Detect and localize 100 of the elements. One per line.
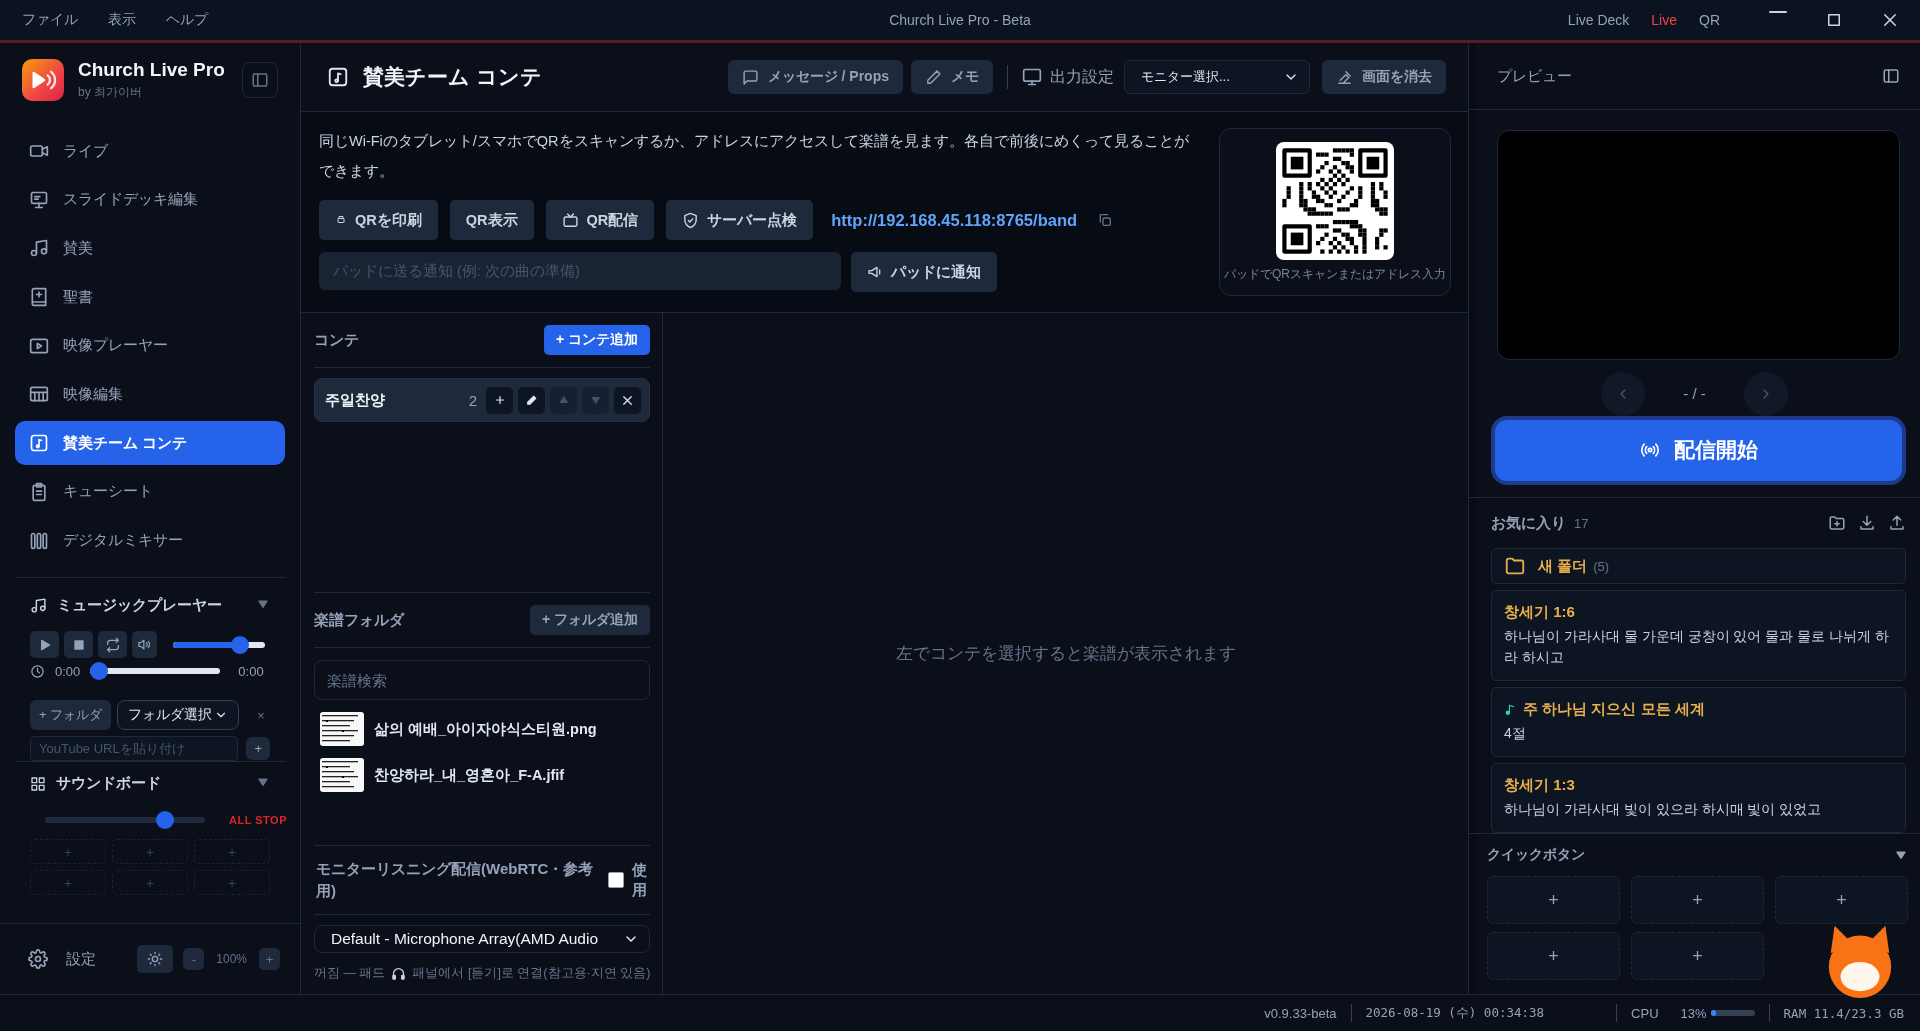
conte-item[interactable]: 주일찬양 2 xyxy=(314,378,650,422)
title-link[interactable]: QR xyxy=(1699,12,1720,28)
band-button[interactable]: QRを印刷 xyxy=(319,200,438,240)
delete-button[interactable] xyxy=(614,386,641,414)
panel-toggle-button[interactable] xyxy=(1882,67,1900,86)
slider-thumb[interactable] xyxy=(155,811,174,830)
favorite-card[interactable]: 창세기 1:3 하나님이 가라사대 빛이 있으라 하시매 빛이 있었고 xyxy=(1491,763,1906,833)
description-text: 同じWi-Fiのタブレット/スマホでQRをスキャンするか、アドレスにアクセスして楽譜を見ます。各自で前後にめくって見ることができます。 xyxy=(319,132,1190,181)
toolbar-button[interactable]: メモ xyxy=(911,60,993,94)
band-button[interactable]: QR表示 xyxy=(449,200,534,240)
slider-thumb[interactable] xyxy=(90,662,109,681)
import-button[interactable] xyxy=(1858,514,1876,532)
checkbox[interactable] xyxy=(607,872,624,888)
band-url-link[interactable]: http://192.168.45.118:8765/band xyxy=(831,210,1078,230)
quick-slot-button[interactable]: + xyxy=(1775,876,1908,924)
band-button[interactable]: サーバー点検 xyxy=(666,200,814,240)
export-button[interactable] xyxy=(1888,514,1906,532)
music-note-icon xyxy=(29,238,49,259)
quick-slot-button[interactable]: + xyxy=(1487,932,1620,980)
message-icon xyxy=(741,68,759,86)
volume-slider[interactable] xyxy=(173,635,265,654)
sidebar-icon xyxy=(1882,67,1900,86)
film-icon xyxy=(29,384,49,405)
quick-slot-button[interactable]: + xyxy=(1631,932,1764,980)
volume-button[interactable] xyxy=(132,631,157,659)
favorite-card[interactable]: 창세기 1:6 하나님이 가라사대 물 가운데 궁창이 있어 물과 물로 나뉘게 하라 하시고 xyxy=(1491,590,1906,681)
volume-slider[interactable] xyxy=(45,811,205,830)
version-text: v0.9.33-beta xyxy=(1264,1005,1337,1021)
repeat-button[interactable] xyxy=(98,631,127,659)
add-conte-button[interactable]: + コンテ追加 xyxy=(543,325,650,355)
favorite-title: 창세기 1:6 xyxy=(1504,603,1575,622)
clear-screen-button[interactable]: 画面を消去 xyxy=(1322,60,1446,94)
title-link[interactable]: Live xyxy=(1651,12,1677,28)
hint-text: 패널에서 [듣기]로 연결(참고용·지연 있음) xyxy=(412,965,651,982)
band-button[interactable]: QR配信 xyxy=(545,200,655,240)
monitor-select[interactable]: モニター選択... xyxy=(1124,60,1310,94)
music-note-icon xyxy=(29,433,49,454)
seek-slider[interactable] xyxy=(90,662,221,681)
current-time: 0:00 xyxy=(55,663,81,679)
sidebar-item[interactable]: 賛美 xyxy=(15,226,285,271)
checkbox-label: 使用 xyxy=(631,859,648,900)
megaphone-icon xyxy=(867,264,883,280)
monitor-icon xyxy=(29,189,49,210)
add-folder-button[interactable]: + フォルダ xyxy=(30,700,112,731)
youtube-url-field[interactable]: YouTube URLを貼り付け xyxy=(30,736,239,762)
add-button[interactable] xyxy=(486,386,513,414)
stop-button[interactable] xyxy=(64,631,93,659)
favorite-card[interactable]: 주 하나님 지으신 모든 세계 4절 xyxy=(1491,687,1906,757)
section-title: ミュージックプレーヤー xyxy=(57,596,222,616)
sidebar-item[interactable]: 聖書 xyxy=(15,275,285,320)
sun-icon xyxy=(147,951,164,967)
sidebar-item[interactable]: ライブ xyxy=(15,129,285,173)
file-name[interactable]: 찬양하라_내_영혼아_F-A.jfif xyxy=(374,765,565,785)
sidebar-item[interactable]: 映像編集 xyxy=(15,372,285,417)
favorite-folder[interactable]: 새 폴더 (5) xyxy=(1491,548,1906,584)
file-name[interactable]: 삶의 예배_아이자야식스티원.png xyxy=(374,719,597,739)
folder-plus-icon xyxy=(1828,514,1846,532)
slider-thumb[interactable] xyxy=(230,635,249,654)
quick-slot-button[interactable]: + xyxy=(1487,876,1620,924)
new-folder-button[interactable] xyxy=(1828,514,1846,532)
app-name: Church Live Pro xyxy=(78,59,225,81)
menu-item[interactable]: ファイル xyxy=(22,11,78,29)
sidebar-item[interactable]: 映像プレーヤー xyxy=(15,323,285,368)
minimize-icon xyxy=(1769,11,1787,13)
add-folder-button[interactable]: + フォルダ追加 xyxy=(529,605,650,635)
settings-link[interactable]: 設定 xyxy=(66,949,96,969)
all-stop-button[interactable]: ALL STOP xyxy=(223,813,293,828)
sidebar-item[interactable]: キューシート xyxy=(15,469,285,514)
toolbar-button[interactable]: メッセージ / Props xyxy=(727,60,903,94)
sidebar-toggle-button[interactable] xyxy=(242,62,278,98)
favorite-text: 하나님이 가라사대 빛이 있으라 하시매 빛이 있었고 xyxy=(1504,800,1823,819)
copy-button[interactable] xyxy=(1097,212,1114,228)
play-button[interactable] xyxy=(30,631,59,659)
score-search-field[interactable]: 楽譜検索 xyxy=(314,660,650,700)
title-link[interactable]: Live Deck xyxy=(1567,12,1630,28)
page-title: 賛美チーム コンテ xyxy=(363,64,542,90)
sidebar-item[interactable]: デジタルミキサー xyxy=(15,518,285,563)
edit-button[interactable] xyxy=(518,386,545,414)
zoom-level: 100% xyxy=(216,952,247,966)
page-indicator: - / - xyxy=(1683,385,1706,403)
add-button[interactable]: + xyxy=(246,737,270,761)
total-time: 0:00 xyxy=(238,663,264,679)
sidebar-icon xyxy=(251,71,269,89)
menu-item[interactable]: 表示 xyxy=(108,11,136,29)
triangle-up-icon xyxy=(557,394,570,406)
settings-icon xyxy=(28,949,48,969)
grid-icon xyxy=(30,775,46,792)
output-settings-label: 出力設定 xyxy=(1050,66,1114,87)
notify-button[interactable]: パッドに通知 xyxy=(851,252,997,292)
headphones-icon xyxy=(391,966,407,981)
folder-select[interactable]: フォルダ選択 xyxy=(117,700,240,731)
quick-slot-button[interactable]: + xyxy=(1631,876,1764,924)
audio-device-select[interactable]: Default - Microphone Array(AMD Audio xyxy=(314,925,650,953)
window-title: Church Live Pro - Beta xyxy=(889,12,1031,28)
music-note-icon xyxy=(30,597,47,615)
menu-item[interactable]: ヘルプ xyxy=(166,11,208,29)
sidebar-item[interactable]: スライドデッキ編集 xyxy=(15,177,285,222)
sidebar-item[interactable]: 賛美チーム コンテ xyxy=(15,421,285,466)
theme-button[interactable] xyxy=(137,945,174,973)
clear-button[interactable]: × xyxy=(257,707,265,723)
